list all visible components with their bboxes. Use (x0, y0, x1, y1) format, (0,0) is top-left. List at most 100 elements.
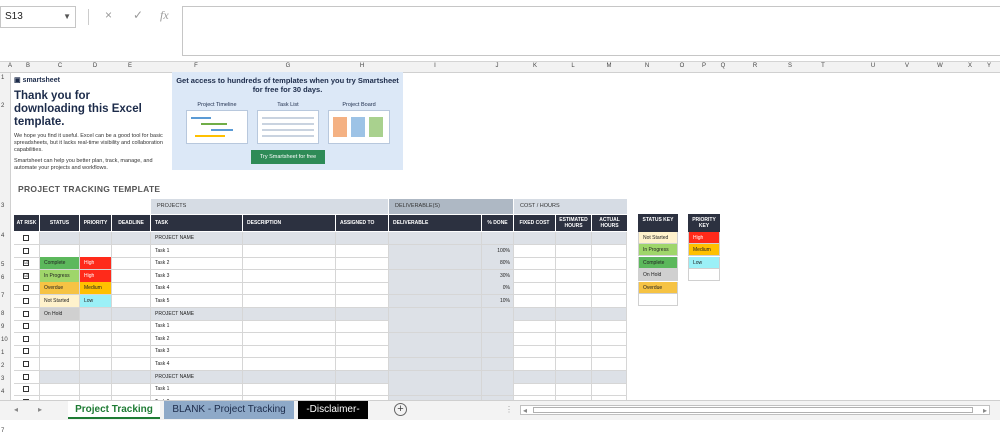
deliv-cell[interactable] (389, 282, 482, 296)
column-header-v[interactable]: V (902, 63, 912, 69)
act-cell[interactable] (592, 307, 627, 321)
row-header-item[interactable]: 3 (1, 203, 4, 209)
deliv-cell[interactable] (389, 232, 482, 245)
deliv-cell[interactable] (389, 244, 482, 258)
desc-cell[interactable] (243, 269, 336, 283)
task-cell[interactable]: Task 3 (151, 269, 243, 283)
desc-cell[interactable] (243, 370, 336, 384)
column-header-q[interactable]: Q (718, 63, 728, 69)
at-risk-checkbox[interactable] (23, 335, 29, 342)
column-header-b[interactable]: B (23, 63, 33, 69)
priority-cell[interactable] (80, 232, 112, 245)
task-cell[interactable]: Task 1 (151, 383, 243, 397)
act-cell[interactable] (592, 257, 627, 271)
deadline-cell[interactable] (112, 307, 151, 321)
est-cell[interactable] (556, 269, 592, 283)
deadline-cell[interactable] (112, 257, 151, 271)
status-cell[interactable]: Overdue (40, 282, 80, 296)
desc-cell[interactable] (243, 307, 336, 321)
scroll-right-arrow-icon[interactable]: ▸ (983, 406, 987, 415)
act-cell[interactable] (592, 295, 627, 308)
act-cell[interactable] (592, 345, 627, 359)
at-risk-checkbox[interactable]: ☑ (23, 260, 29, 267)
column-header-e[interactable]: E (125, 63, 135, 69)
row-header-item[interactable]: 1 (1, 75, 4, 81)
column-header-u[interactable]: U (868, 63, 878, 69)
deadline-cell[interactable] (112, 358, 151, 371)
assigned-cell[interactable] (336, 345, 389, 359)
fixed-cell[interactable] (514, 358, 556, 371)
pct-done-cell[interactable] (482, 307, 514, 321)
desc-cell[interactable] (243, 244, 336, 258)
est-cell[interactable] (556, 358, 592, 371)
row-header-item[interactable]: 2 (1, 363, 4, 369)
desc-cell[interactable] (243, 257, 336, 271)
est-cell[interactable] (556, 307, 592, 321)
column-header-n[interactable]: N (642, 63, 652, 69)
task-cell[interactable]: Task 3 (151, 345, 243, 359)
deliv-cell[interactable] (389, 295, 482, 308)
est-cell[interactable] (556, 282, 592, 296)
enter-icon[interactable]: ✓ (133, 8, 143, 22)
assigned-cell[interactable] (336, 232, 389, 245)
desc-cell[interactable] (243, 345, 336, 359)
fixed-cell[interactable] (514, 295, 556, 308)
est-cell[interactable] (556, 244, 592, 258)
deliv-cell[interactable] (389, 307, 482, 321)
column-header-y[interactable]: Y (984, 63, 994, 69)
act-cell[interactable] (592, 358, 627, 371)
column-header-o[interactable]: O (677, 63, 687, 69)
row-header-item[interactable]: 1 (1, 350, 4, 356)
priority-cell[interactable] (80, 307, 112, 321)
assigned-cell[interactable] (336, 295, 389, 308)
fixed-cell[interactable] (514, 244, 556, 258)
row-header-item[interactable]: 9 (1, 324, 4, 330)
deadline-cell[interactable] (112, 232, 151, 245)
act-cell[interactable] (592, 269, 627, 283)
tab-disclaimer[interactable]: -Disclaimer- (298, 401, 368, 419)
column-header-f[interactable]: F (191, 63, 201, 69)
scroll-left-icon[interactable]: ◂ (14, 405, 18, 414)
deliv-cell[interactable] (389, 332, 482, 346)
priority-cell[interactable]: High (80, 269, 112, 283)
status-cell[interactable] (40, 232, 80, 245)
at-risk-checkbox[interactable] (23, 310, 29, 317)
priority-cell[interactable] (80, 332, 112, 346)
scroll-right-icon[interactable]: ▸ (38, 405, 42, 414)
column-header-j[interactable]: J (492, 63, 502, 69)
formula-input[interactable] (182, 6, 1000, 56)
task-cell[interactable]: Task 1 (151, 244, 243, 258)
pct-done-cell[interactable] (482, 345, 514, 359)
fixed-cell[interactable] (514, 269, 556, 283)
assigned-cell[interactable] (336, 320, 389, 334)
row-header-item[interactable]: 4 (1, 233, 4, 239)
pct-done-cell[interactable] (482, 320, 514, 334)
at-risk-checkbox[interactable]: ☑ (23, 272, 29, 279)
deadline-cell[interactable] (112, 244, 151, 258)
chevron-down-icon[interactable]: ▼ (63, 7, 71, 27)
fixed-cell[interactable] (514, 282, 556, 296)
column-header-s[interactable]: S (785, 63, 795, 69)
fixed-cell[interactable] (514, 257, 556, 271)
task-cell[interactable]: Task 4 (151, 282, 243, 296)
act-cell[interactable] (592, 383, 627, 397)
status-cell[interactable] (40, 383, 80, 397)
act-cell[interactable] (592, 332, 627, 346)
fixed-cell[interactable] (514, 332, 556, 346)
status-cell[interactable]: In Progress (40, 269, 80, 283)
row-header-item[interactable]: 3 (1, 376, 4, 382)
row-header-item[interactable]: 2 (1, 103, 4, 109)
at-risk-cell[interactable] (14, 358, 40, 371)
row-header-item[interactable]: 8 (1, 311, 4, 317)
pct-done-cell[interactable]: 100% (482, 244, 514, 258)
at-risk-cell[interactable] (14, 295, 40, 308)
fixed-cell[interactable] (514, 345, 556, 359)
deadline-cell[interactable] (112, 370, 151, 384)
column-header-m[interactable]: M (604, 63, 614, 69)
row-header-item[interactable]: 10 (1, 337, 8, 343)
status-cell[interactable]: Not Started (40, 295, 80, 308)
row-header-item[interactable]: 4 (1, 389, 4, 395)
at-risk-checkbox[interactable] (23, 235, 29, 241)
desc-cell[interactable] (243, 358, 336, 371)
row-header-item[interactable]: 5 (1, 262, 4, 268)
